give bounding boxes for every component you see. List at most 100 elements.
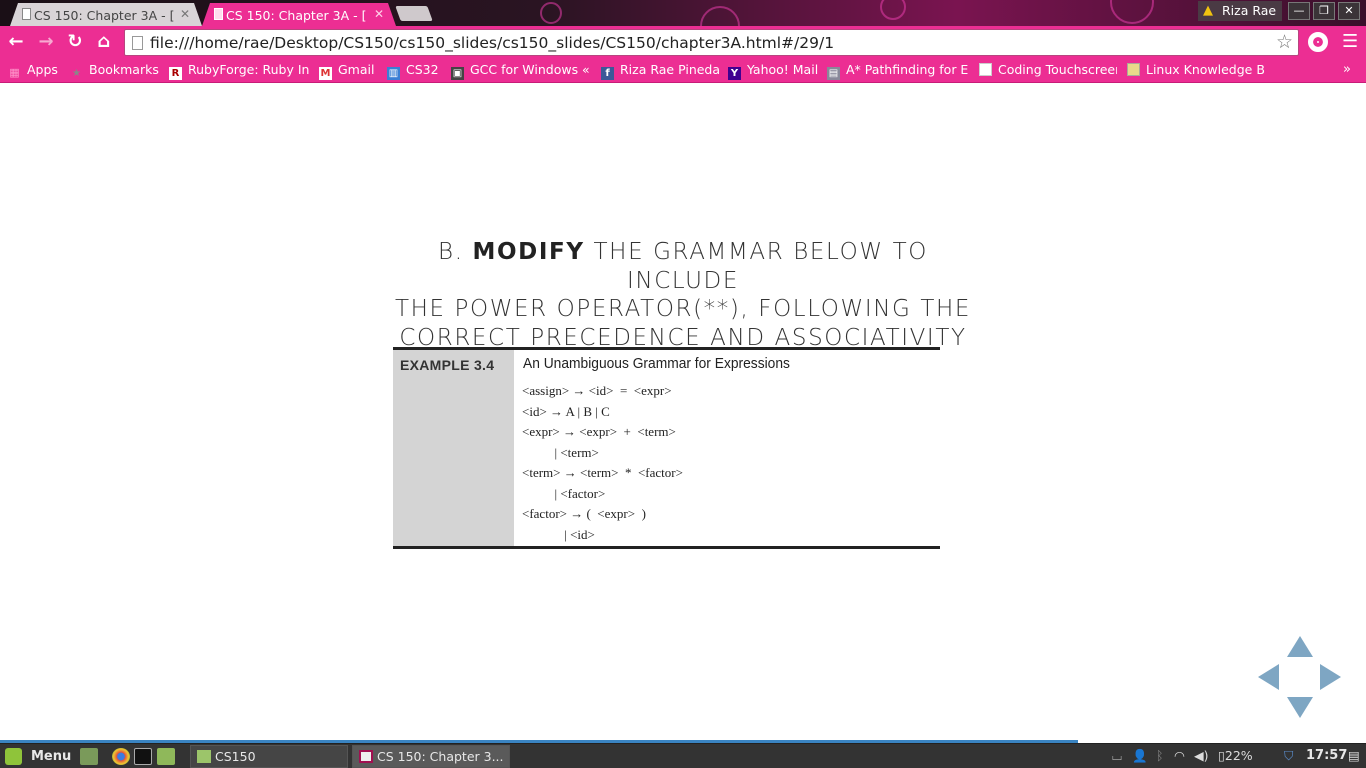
- bookmarks-bar: ▦ Apps ★ Bookmarks R RubyForge: Ruby In M Gm…: [0, 59, 1366, 83]
- terminal-icon[interactable]: [134, 748, 152, 765]
- shield-icon[interactable]: ⛉: [1284, 748, 1293, 764]
- bookmark-label: GCC for Windows «: [470, 62, 590, 77]
- grammar-figure: EXAMPLE 3.4 An Unambiguous Grammar for E…: [393, 347, 940, 549]
- bookmark-label: Riza Rae Pineda: [620, 62, 719, 77]
- figure-label-column: [393, 350, 514, 546]
- minimize-button[interactable]: —: [1288, 2, 1310, 20]
- trello-icon: ▥: [387, 67, 400, 80]
- bookmark-star-icon[interactable]: ☆: [1276, 31, 1293, 53]
- bookmark-label: A* Pathfinding for E: [846, 62, 969, 77]
- grammar-rule: <id> → A | B | C: [522, 404, 610, 419]
- extension-icon[interactable]: [1308, 32, 1328, 52]
- battery-icon: ▯: [1218, 748, 1225, 763]
- nav-right-arrow-icon[interactable]: [1320, 664, 1341, 690]
- start-menu-button[interactable]: Menu: [3, 747, 71, 766]
- bookmark-label: RubyForge: Ruby In: [188, 62, 309, 77]
- heading-line-1: B. MODIFY THE GRAMMAR BELOW TO INCLUDE: [383, 238, 983, 295]
- keyboard-icon[interactable]: ⌴: [1112, 748, 1122, 764]
- heading-prefix: B.: [438, 239, 464, 265]
- battery-percent: 22%: [1224, 748, 1253, 763]
- tab-title: CS 150: Chapter 3A - [: [226, 8, 367, 23]
- show-desktop-icon[interactable]: [80, 748, 98, 765]
- bookmark-label: Yahoo! Mail: [747, 62, 819, 77]
- close-window-button[interactable]: ✕: [1338, 2, 1360, 20]
- grammar-rule: <factor> → ( <expr> ): [522, 506, 646, 521]
- address-bar[interactable]: file:///home/rae/Desktop/CS150/cs150_sli…: [124, 29, 1299, 56]
- hamburger-menu-icon[interactable]: ☰: [1342, 31, 1360, 53]
- grammar-rule: <term> → <term> * <factor>: [522, 465, 683, 480]
- bookmark-label: Coding Touchscreen: [998, 62, 1117, 77]
- task-label: CS150: [215, 749, 256, 764]
- facebook-icon: f: [601, 67, 614, 80]
- battery-indicator[interactable]: ▯22%: [1218, 748, 1253, 763]
- maximize-button[interactable]: ❐: [1313, 2, 1335, 20]
- bookmark-label: CS32: [406, 62, 439, 77]
- mint-logo-icon: [5, 748, 22, 765]
- clock[interactable]: 17:57: [1306, 748, 1347, 763]
- back-button[interactable]: ←: [4, 31, 28, 55]
- bookmark-facebook[interactable]: f Riza Rae Pineda: [601, 62, 719, 80]
- bookmark-gmail[interactable]: M Gmail: [319, 62, 377, 80]
- page-icon: [132, 36, 143, 50]
- profile-name: Riza Rae: [1222, 3, 1277, 18]
- bookmark-coding-touchscreen[interactable]: Coding Touchscreen: [979, 62, 1117, 77]
- star-icon: ★: [72, 68, 81, 79]
- page-icon: [22, 8, 31, 20]
- bookmark-yahoo-mail[interactable]: Y Yahoo! Mail: [728, 62, 820, 80]
- decor-circle: [880, 0, 906, 20]
- wifi-icon[interactable]: ◠: [1174, 748, 1185, 763]
- task-chrome-window[interactable]: CS 150: Chapter 3...: [352, 745, 510, 768]
- taskbar: Menu CS150 CS 150: Chapter 3... ⌴ 👤 ᛒ ◠ …: [0, 743, 1366, 768]
- figure-title: An Unambiguous Grammar for Expressions: [523, 355, 790, 372]
- home-button[interactable]: ⌂: [92, 31, 116, 55]
- bookmark-bookmarks[interactable]: ★ Bookmarks: [70, 62, 162, 80]
- files-icon[interactable]: [157, 748, 175, 765]
- chrome-window-icon: [359, 750, 373, 763]
- reload-button[interactable]: ↻: [63, 31, 87, 55]
- bookmark-apps[interactable]: ▦ Apps: [8, 62, 64, 79]
- new-tab-button[interactable]: [395, 6, 433, 21]
- user-icon[interactable]: 👤: [1132, 748, 1148, 764]
- bookmark-astar[interactable]: ▤ A* Pathfinding for E: [827, 62, 969, 80]
- page-icon: [214, 8, 223, 20]
- profile-button[interactable]: ▲ Riza Rae: [1198, 1, 1282, 21]
- slide-heading: B. MODIFY THE GRAMMAR BELOW TO INCLUDE T…: [383, 238, 983, 352]
- bookmark-label: Apps: [27, 62, 58, 77]
- close-icon[interactable]: ✕: [374, 7, 384, 21]
- folder-icon: [197, 750, 211, 763]
- bookmark-rubyforge[interactable]: R RubyForge: Ruby In: [169, 62, 309, 80]
- bookmark-label: Gmail: [338, 62, 375, 77]
- nav-up-arrow-icon[interactable]: [1287, 636, 1313, 657]
- close-icon[interactable]: ✕: [180, 7, 190, 21]
- image-icon: ▤: [827, 67, 840, 80]
- bookmark-linux-knowledge[interactable]: Linux Knowledge B: [1127, 62, 1265, 77]
- gmail-icon: M: [319, 67, 332, 80]
- tab-chapter3a-active[interactable]: CS 150: Chapter 3A - [ ✕: [202, 3, 396, 26]
- decor-circle: [540, 2, 562, 24]
- warning-icon: ▲: [1203, 3, 1213, 18]
- nav-down-arrow-icon[interactable]: [1287, 697, 1313, 718]
- volume-icon[interactable]: ◀): [1194, 748, 1209, 763]
- forward-button[interactable]: →: [34, 31, 58, 55]
- rubyforge-icon: R: [169, 67, 182, 80]
- chrome-icon[interactable]: [112, 748, 130, 765]
- tab-chapter3a-background[interactable]: CS 150: Chapter 3A - [ ✕: [10, 3, 202, 26]
- bookmark-gcc[interactable]: ▣ GCC for Windows «: [451, 62, 591, 80]
- nav-left-arrow-icon[interactable]: [1258, 664, 1279, 690]
- apps-grid-icon: ▦: [9, 66, 20, 79]
- url-text[interactable]: file:///home/rae/Desktop/CS150/cs150_sli…: [150, 34, 834, 52]
- bluetooth-icon[interactable]: ᛒ: [1156, 748, 1164, 763]
- task-label: CS 150: Chapter 3...: [377, 749, 504, 764]
- bookmark-cs32[interactable]: ▥ CS32: [387, 62, 441, 80]
- grammar-rule: | <factor>: [522, 486, 606, 501]
- bookmarks-overflow-icon[interactable]: »: [1343, 62, 1351, 77]
- grammar-rule: <expr> → <expr> + <term>: [522, 424, 676, 439]
- heading-line-2: THE POWER OPERATOR(**), FOLLOWING THE: [394, 296, 972, 322]
- gcc-icon: ▣: [451, 67, 464, 80]
- menu-label: Menu: [31, 749, 72, 764]
- decor-circle: [1110, 0, 1154, 24]
- task-cs150-folder[interactable]: CS150: [190, 745, 348, 768]
- bookmark-label: Bookmarks: [89, 62, 159, 77]
- browser-toolbar: ← → ↻ ⌂ file:///home/rae/Desktop/CS150/c…: [0, 26, 1366, 59]
- notifications-icon[interactable]: ▤: [1348, 748, 1360, 763]
